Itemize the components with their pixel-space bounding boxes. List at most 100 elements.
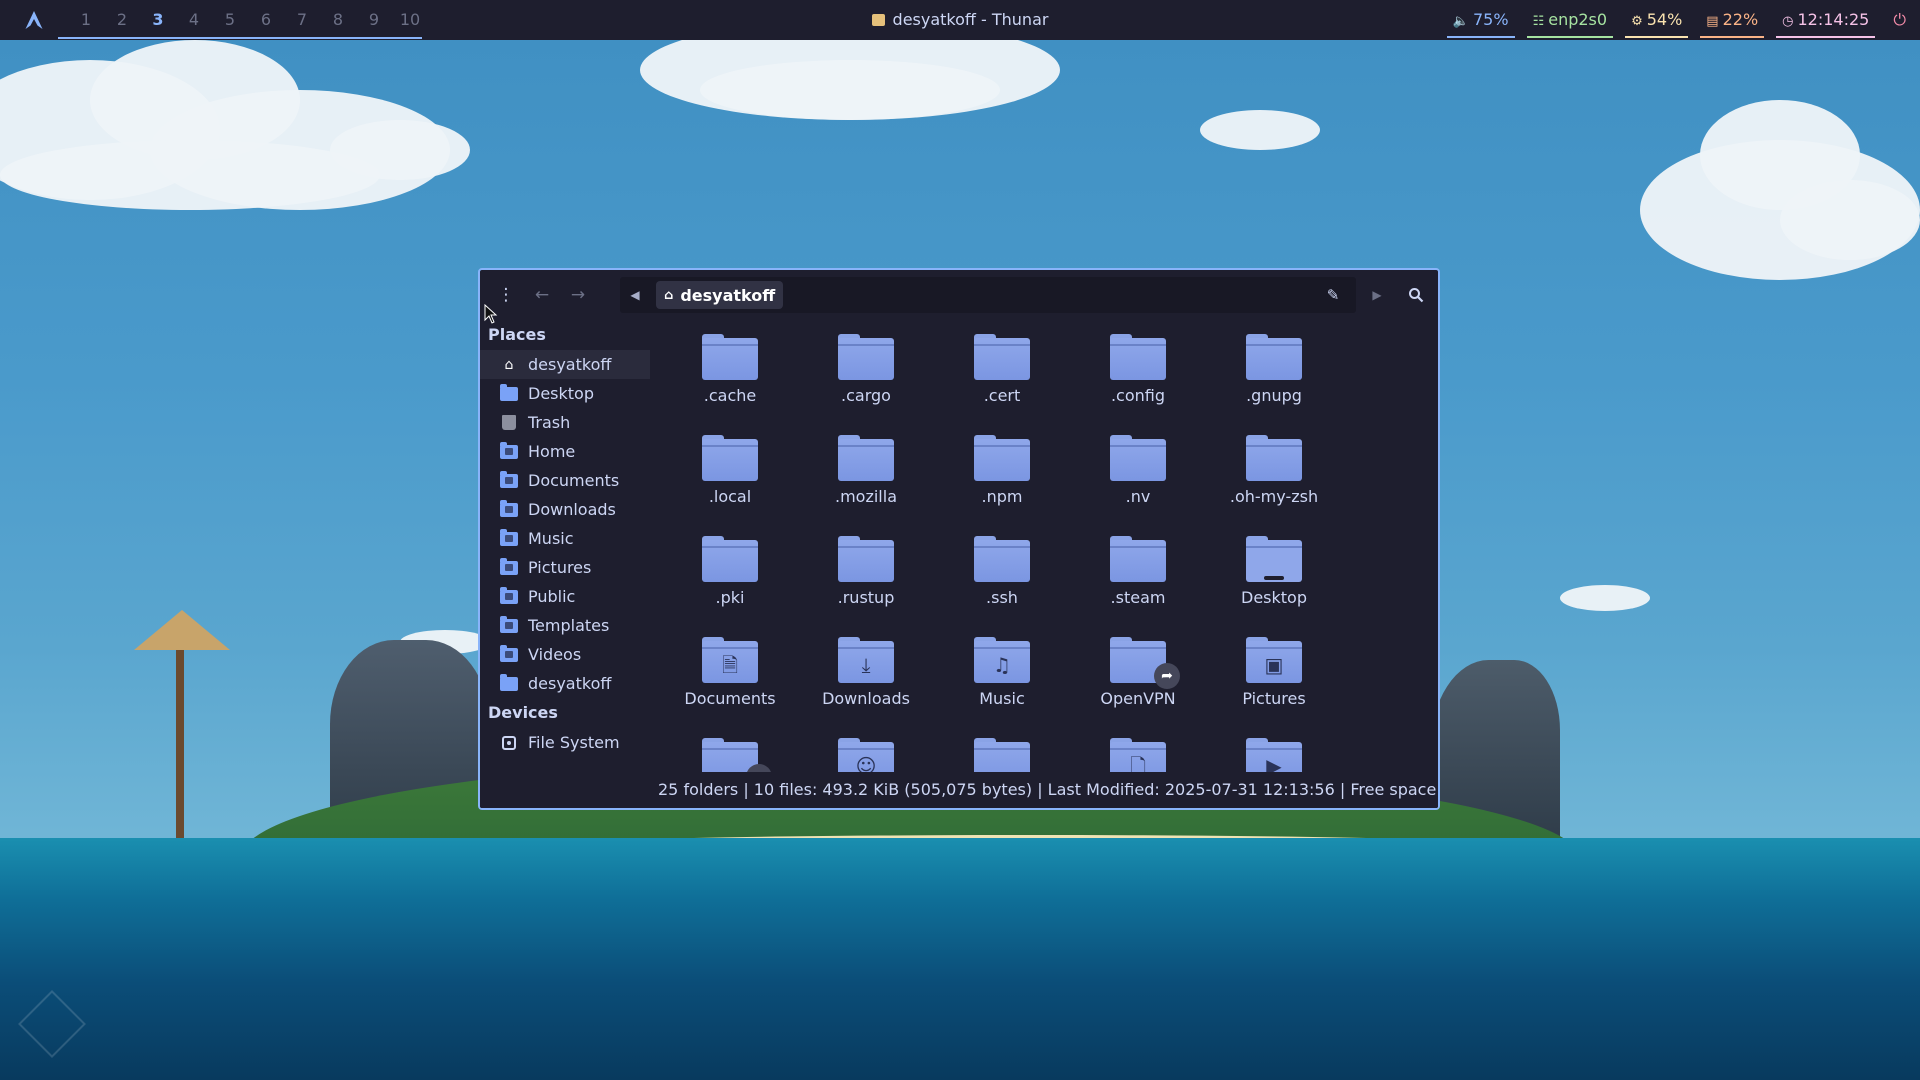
folder-icon <box>500 673 518 691</box>
workspace-2[interactable]: 2 <box>104 0 140 40</box>
places-sidebar: Places ⌂ desyatkoff Desktop Trash Home D… <box>480 320 650 808</box>
path-scroll-left-button[interactable]: ◀ <box>620 277 650 313</box>
workspace-6[interactable]: 6 <box>248 0 284 40</box>
file-name: .mozilla <box>835 487 897 506</box>
folder-icon <box>838 334 894 380</box>
file-name: .cargo <box>841 386 891 405</box>
sidebar-item-videos[interactable]: Videos <box>480 640 650 669</box>
cpu-indicator[interactable]: ⚙ 54% <box>1621 0 1692 40</box>
folder-icon <box>702 334 758 380</box>
file-item[interactable]: .ssh <box>934 532 1070 633</box>
sidebar-item-documents[interactable]: Documents <box>480 466 650 495</box>
file-item[interactable]: .nv <box>1070 431 1206 532</box>
sidebar-item-home[interactable]: Home <box>480 437 650 466</box>
file-item[interactable]: .steam <box>1070 532 1206 633</box>
downloads-folder-icon: ⤓ <box>838 637 894 683</box>
file-item[interactable]: ▣ Pictures <box>1206 633 1342 734</box>
sidebar-item-templates[interactable]: Templates <box>480 611 650 640</box>
folder-icon <box>1110 536 1166 582</box>
pencil-icon: ✎ <box>1326 286 1340 304</box>
desktop-folder-icon <box>500 383 518 401</box>
sidebar-item-label: Music <box>528 529 574 548</box>
file-name: .rustup <box>837 588 895 607</box>
file-item[interactable]: ➦ OpenVPN <box>1070 633 1206 734</box>
sidebar-item-label: Home <box>528 442 576 461</box>
sidebar-item-label: desyatkoff <box>528 674 612 693</box>
file-item[interactable] <box>934 734 1070 772</box>
file-item[interactable]: ⤓ Downloads <box>798 633 934 734</box>
workspace-4[interactable]: 4 <box>176 0 212 40</box>
file-name: .ssh <box>986 588 1018 607</box>
file-item[interactable]: .pki <box>662 532 798 633</box>
folder-icon <box>974 536 1030 582</box>
file-item[interactable]: ➦ <box>662 734 798 772</box>
forward-button[interactable]: → <box>560 277 596 313</box>
memory-indicator[interactable]: ▤ 22% <box>1696 0 1768 40</box>
workspace-8[interactable]: 8 <box>320 0 356 40</box>
sidebar-item-pictures[interactable]: Pictures <box>480 553 650 582</box>
sidebar-item-label: Videos <box>528 645 582 664</box>
sidebar-item-trash[interactable]: Trash <box>480 408 650 437</box>
file-item[interactable]: 🗎 Documents <box>662 633 798 734</box>
sidebar-item-label: Pictures <box>528 558 592 577</box>
sidebar-item-desyatkoff-bookmark[interactable]: desyatkoff <box>480 669 650 698</box>
file-item[interactable]: ☺ <box>798 734 934 772</box>
file-item[interactable]: .cert <box>934 330 1070 431</box>
file-item[interactable]: .gnupg <box>1206 330 1342 431</box>
sidebar-item-desyatkoff-home[interactable]: ⌂ desyatkoff <box>480 350 650 379</box>
sidebar-item-label: Documents <box>528 471 620 490</box>
file-item[interactable]: .npm <box>934 431 1070 532</box>
thunar-app-icon <box>871 14 885 26</box>
sidebar-item-label: desyatkoff <box>528 355 612 374</box>
downloads-folder-icon <box>500 499 518 517</box>
file-item[interactable]: ♫ Music <box>934 633 1070 734</box>
caret-left-icon: ◀ <box>630 288 640 302</box>
caret-right-icon: ▶ <box>1372 288 1382 302</box>
sidebar-item-label: File System <box>528 733 620 752</box>
workspace-7[interactable]: 7 <box>284 0 320 40</box>
workspace-1[interactable]: 1 <box>68 0 104 40</box>
back-button[interactable]: ← <box>524 277 560 313</box>
arrow-left-icon: ← <box>534 285 550 305</box>
workspace-10[interactable]: 10 <box>392 0 428 40</box>
folder-icon <box>702 435 758 481</box>
file-item[interactable]: .mozilla <box>798 431 934 532</box>
file-item[interactable]: .rustup <box>798 532 934 633</box>
clock[interactable]: ◷ 12:14:25 <box>1772 0 1879 40</box>
documents-folder-icon <box>500 470 518 488</box>
arrow-right-icon: → <box>570 285 586 305</box>
power-icon[interactable]: ⏻ <box>1883 0 1920 40</box>
network-indicator[interactable]: ☷ enp2s0 <box>1523 0 1618 40</box>
memory-icon: ▤ <box>1706 14 1719 29</box>
file-item[interactable]: Desktop <box>1206 532 1342 633</box>
file-view[interactable]: .cache .cargo .cert .config .gnupg .local .moz… <box>650 320 1438 772</box>
public-folder-icon: ☺ <box>838 738 894 772</box>
file-item[interactable]: .config <box>1070 330 1206 431</box>
path-button-home[interactable]: ⌂ desyatkoff <box>656 281 784 309</box>
file-item[interactable]: .local <box>662 431 798 532</box>
places-heading: Places <box>488 325 546 344</box>
edit-location-button[interactable]: ✎ <box>1318 277 1348 313</box>
drive-icon <box>502 735 516 750</box>
workspace-5[interactable]: 5 <box>212 0 248 40</box>
sidebar-item-desktop[interactable]: Desktop <box>480 379 650 408</box>
file-name: Documents <box>684 689 776 708</box>
file-item[interactable]: 🗋 <box>1070 734 1206 772</box>
path-scroll-right-button[interactable]: ▶ <box>1365 277 1389 313</box>
file-item[interactable]: ▶ <box>1206 734 1342 772</box>
sidebar-item-music[interactable]: Music <box>480 524 650 553</box>
thunar-window: ⋮ ← → ◀ ⌂ desyatkoff ✎ ▶ Places ⌂ desyat… <box>478 268 1440 810</box>
search-button[interactable] <box>1398 277 1434 313</box>
folder-icon <box>974 334 1030 380</box>
sidebar-item-public[interactable]: Public <box>480 582 650 611</box>
sidebar-item-file-system[interactable]: File System <box>480 728 650 757</box>
file-item[interactable]: .cache <box>662 330 798 431</box>
workspace-9[interactable]: 9 <box>356 0 392 40</box>
file-item[interactable]: .cargo <box>798 330 934 431</box>
sidebar-item-downloads[interactable]: Downloads <box>480 495 650 524</box>
file-item[interactable]: .oh-my-zsh <box>1206 431 1342 532</box>
workspace-3[interactable]: 3 <box>140 0 176 40</box>
cpu-icon: ⚙ <box>1631 14 1643 29</box>
arch-linux-icon[interactable] <box>0 0 68 40</box>
volume-indicator[interactable]: 🔈 75% <box>1443 0 1519 40</box>
